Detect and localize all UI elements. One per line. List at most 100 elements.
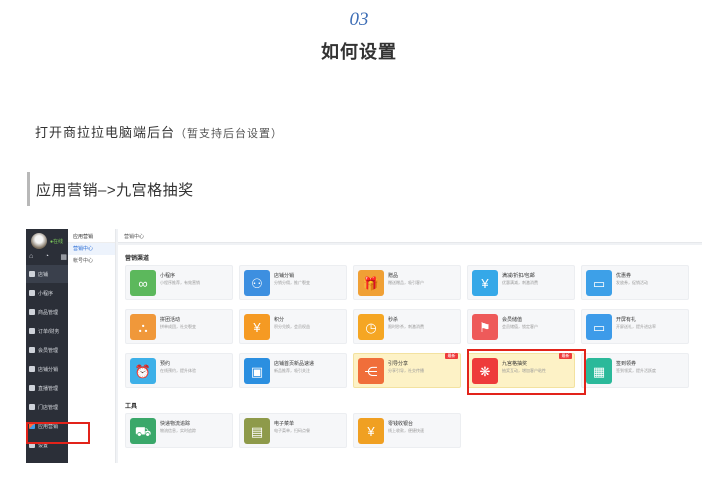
new-badge: 最新 (445, 353, 458, 359)
card-icon: ⛬ (130, 314, 156, 340)
card-icon: ◷ (358, 314, 384, 340)
card-description: 小程序推荐，有效营销 (160, 280, 200, 285)
card-icon: ⏰ (130, 358, 156, 384)
step-number: 03 (349, 9, 369, 30)
distribution-icon (29, 366, 35, 372)
marketing-card[interactable]: ⚑ 会员储值 会员储值，锁定客户 (467, 309, 575, 344)
card-description: 会员储值，锁定客户 (502, 324, 538, 329)
sidebar-item-label: 会员管理 (38, 347, 59, 354)
card-name: 预约 (160, 361, 171, 367)
subnav-item-account-center[interactable]: 帐号中心 (68, 255, 115, 267)
marketing-card[interactable]: ∞ 小程序 小程序推荐，有效营销 (125, 265, 233, 300)
avatar[interactable] (31, 233, 47, 249)
members-icon (29, 347, 35, 353)
marketing-card[interactable]: ¥ 零钱收银台 线上收款，便捷快速 (353, 413, 461, 448)
intro-main: 打开商拉拉电脑端后台 (35, 125, 176, 140)
sidebar-item-label: 商品管理 (38, 309, 59, 316)
marketing-card[interactable]: ▭ 优惠券 发放券，促销活动 (581, 265, 689, 300)
sidebar-item-settings[interactable]: 设置 (26, 436, 68, 454)
sub-navigation: 应用营销 营销中心 帐号中心 (68, 229, 116, 463)
card-name: 会员储值 (502, 317, 523, 323)
marketing-card[interactable]: ⛬ 拼团活动 拼单成团，社交裂变 (125, 309, 233, 344)
card-icon: ∞ (130, 270, 156, 296)
card-name: 赠品 (388, 273, 399, 279)
sidebar-item-label: 店铺 (38, 271, 49, 278)
marketing-card[interactable]: ⋲ 引导分享 分享引导，社交传播 最新 (353, 353, 461, 388)
stores-icon (29, 404, 35, 410)
sidebar-item-stores[interactable]: 门店管理 (26, 398, 68, 416)
goods-icon (29, 309, 35, 315)
sidebar-item-mini-program[interactable]: 小程序 (26, 284, 68, 302)
sidebar: ●在线 ⌂ ◔ ▦ 店铺小程序商品管理订单/财务会员管理店铺分销直播管理 门店管理… (26, 229, 68, 463)
card-name: 签到领券 (616, 361, 637, 367)
subnav-header: 应用营销 (68, 229, 115, 243)
marketing-card[interactable]: ▭ 开屏有礼 开屏送礼，提升进店率 (581, 309, 689, 344)
grid-icon[interactable]: ▦ (60, 253, 67, 261)
card-icon: ▤ (244, 418, 270, 444)
live-icon (29, 385, 35, 391)
mini-program-icon (29, 290, 35, 296)
marketing-card[interactable]: ▣ 店铺首页新品速递 新品推荐，吸引关注 (239, 353, 347, 388)
card-name: 拼团活动 (160, 317, 181, 323)
card-description: 分销分佣，推广裂变 (274, 280, 310, 285)
sidebar-item-orders[interactable]: 订单/财务 (26, 322, 68, 340)
marketing-panel: 营销渠道 ∞ 小程序 小程序推荐，有效营销 ⚇ 店铺分销 分销分佣，推广裂变 🎁 赠品 赠送赠品，… (118, 245, 702, 463)
card-icon: ⚑ (472, 314, 498, 340)
card-icon: ▦ (586, 358, 612, 384)
card-name: 引导分享 (388, 361, 409, 367)
card-name: 店铺首页新品速递 (274, 361, 315, 367)
card-name: 满减/折扣/包邮 (502, 273, 535, 279)
card-description: 限时秒杀，刺激消费 (388, 324, 424, 329)
sidebar-item-members[interactable]: 会员管理 (26, 341, 68, 359)
orders-icon (29, 328, 35, 334)
sidebar-item-live[interactable]: 直播管理 (26, 379, 68, 397)
sidebar-item-app-marketing[interactable]: 应用营销 (26, 417, 68, 435)
card-name: 店铺分销 (274, 273, 295, 279)
new-badge: 最新 (559, 353, 572, 359)
subnav-item-marketing-center[interactable]: 营销中心 (68, 243, 115, 255)
marketing-card[interactable]: ⚇ 店铺分销 分销分佣，推广裂变 (239, 265, 347, 300)
sidebar-item-label: 店铺分销 (38, 366, 59, 373)
card-icon: ⚇ (244, 270, 270, 296)
marketing-card[interactable]: ▦ 签到领券 签到领奖，提升活跃度 (581, 353, 689, 388)
card-name: 零钱收银台 (388, 421, 414, 427)
card-icon: ❋ (472, 358, 498, 384)
card-name: 快递物流追踪 (160, 421, 191, 427)
card-icon: ▭ (586, 314, 612, 340)
marketing-card[interactable]: 🎁 赠品 赠送赠品，吸引客户 (353, 265, 461, 300)
sidebar-item-distribution[interactable]: 店铺分销 (26, 360, 68, 378)
intro-text: 打开商拉拉电脑端后台（暂支持后台设置） (35, 122, 283, 141)
card-description: 在线预约，提升体验 (160, 368, 196, 373)
marketing-card[interactable]: ⛟ 快递物流追踪 物流信息，实时追踪 (125, 413, 233, 448)
home-icon[interactable]: ⌂ (29, 253, 33, 261)
main-content: 营销中心 营销渠道 ∞ 小程序 小程序推荐，有效营销 ⚇ 店铺分销 分销分佣，推广裂变 🎁 赠品… (118, 229, 702, 463)
marketing-card[interactable]: ❋ 九宫格抽奖 抽奖互动，增加客户粘性 最新 (467, 353, 575, 388)
card-icon: ⛟ (130, 418, 156, 444)
card-description: 分享引导，社交传播 (388, 368, 424, 373)
marketing-card[interactable]: ▤ 电子菜单 电子菜单，扫码点餐 (239, 413, 347, 448)
sidebar-item-shop[interactable]: 店铺 (26, 265, 68, 283)
sidebar-item-label: 设置 (38, 442, 49, 449)
support-icon[interactable]: ◔ (45, 253, 49, 261)
marketing-card[interactable]: ¥ 积分 积分兑换，会员权益 (239, 309, 347, 344)
online-status: ●在线 (50, 239, 64, 245)
card-name: 开屏有礼 (616, 317, 637, 323)
marketing-card[interactable]: ⏰ 预约 在线预约，提升体验 (125, 353, 233, 388)
card-icon: ▭ (586, 270, 612, 296)
shop-icon (29, 271, 35, 277)
card-name: 九宫格抽奖 (502, 361, 528, 367)
step-title: 如何设置 (321, 42, 397, 62)
card-icon: ¥ (244, 314, 270, 340)
sidebar-item-goods[interactable]: 商品管理 (26, 303, 68, 321)
card-icon: 🎁 (358, 270, 384, 296)
marketing-card[interactable]: ◷ 秒杀 限时秒杀，刺激消费 (353, 309, 461, 344)
section-accent-bar (27, 172, 30, 206)
app-marketing-icon (29, 423, 35, 429)
card-description: 抽奖互动，增加客户粘性 (502, 368, 546, 373)
section-heading: 应用营销–>九宫格抽奖 (36, 182, 194, 199)
marketing-card[interactable]: ¥ 满减/折扣/包邮 优惠满减，刺激消费 (467, 265, 575, 300)
card-description: 签到领奖，提升活跃度 (616, 368, 656, 373)
group-title: 工具 (125, 404, 138, 410)
card-description: 线上收款，便捷快速 (388, 428, 424, 433)
card-name: 电子菜单 (274, 421, 295, 427)
